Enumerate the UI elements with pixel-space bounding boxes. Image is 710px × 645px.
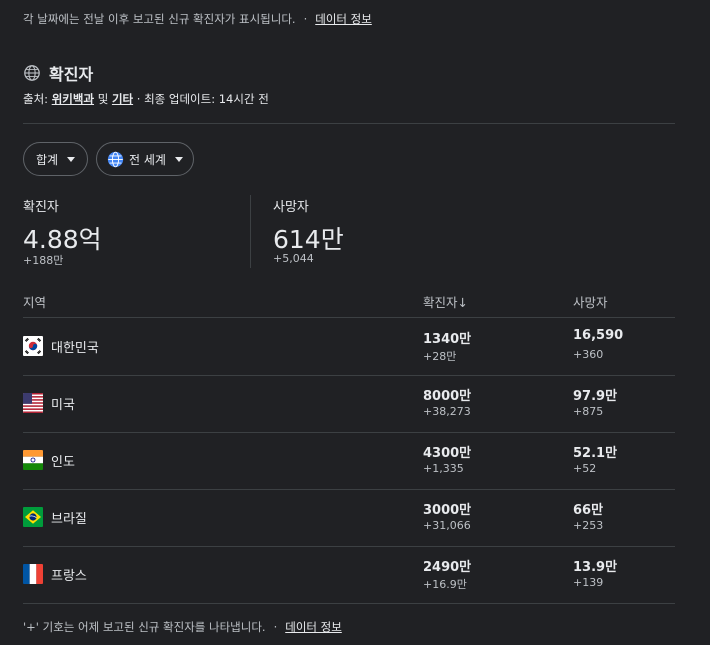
page-title: 확진자 — [49, 65, 94, 84]
deaths-delta: +5,044 — [273, 252, 314, 265]
dropdown-arrow-icon — [174, 156, 183, 162]
cases-value: 8000만 — [423, 389, 472, 404]
deaths-delta: +253 — [573, 519, 604, 532]
south-korea-flag-icon — [23, 336, 43, 356]
country-name: 브라질 — [51, 512, 87, 527]
cases-delta: +16.9만 — [423, 578, 467, 591]
cases-delta: +31,066 — [423, 519, 471, 532]
usa-flag-icon — [23, 393, 43, 413]
deaths-value: 13.9만 — [573, 560, 618, 575]
total-filter-label: 합계 — [36, 152, 59, 167]
deaths-delta: +360 — [573, 348, 604, 361]
deaths-value: 16,590 — [573, 328, 624, 343]
top-note-text: 각 날짜에는 전날 이후 보고된 신규 확진자가 표시됩니다. — [23, 12, 296, 26]
country-name: 인도 — [51, 455, 75, 470]
section-header: 확진자 — [23, 61, 93, 85]
data-info-link[interactable]: 데이터 정보 — [285, 620, 342, 634]
deaths-value: 52.1만 — [573, 446, 618, 461]
cases-value: 2490만 — [423, 560, 472, 575]
deaths-column-header[interactable]: 사망자 — [573, 292, 608, 311]
other-sources-link[interactable]: 기타 — [112, 92, 133, 106]
source-prefix: 출처: — [23, 92, 49, 106]
table-row[interactable]: 미국 8000만 +38,273 97.9만 +875 — [23, 375, 675, 433]
source-and: 및 — [97, 92, 109, 106]
country-name: 미국 — [51, 398, 75, 413]
cases-value: 1340만 — [423, 332, 472, 347]
deaths-value: 97.9만 — [573, 389, 618, 404]
cases-column-header[interactable]: 확진자↓ — [423, 292, 468, 311]
cases-delta: +1,335 — [423, 462, 464, 475]
deaths-delta: +139 — [573, 576, 604, 589]
wikipedia-link[interactable]: 위키백과 — [52, 92, 94, 106]
country-name: 대한민국 — [51, 341, 99, 356]
cases-value: 4300만 — [423, 446, 472, 461]
region-filter-label: 전 세계 — [129, 152, 166, 167]
table-row[interactable]: 대한민국 1340만 +28만 16,590 +360 — [23, 318, 675, 376]
india-flag-icon — [23, 450, 43, 470]
france-flag-icon — [23, 564, 43, 584]
brazil-flag-icon — [23, 507, 43, 527]
separator-dot: · — [273, 620, 278, 634]
table-row[interactable]: 프랑스 2490만 +16.9만 13.9만 +139 — [23, 546, 675, 604]
table-row[interactable]: 인도 4300만 +1,335 52.1만 +52 — [23, 432, 675, 490]
deaths-delta: +52 — [573, 462, 597, 475]
region-filter-dropdown[interactable]: 전 세계 — [96, 142, 194, 176]
data-info-link[interactable]: 데이터 정보 — [315, 12, 372, 26]
region-column-header: 지역 — [23, 295, 47, 310]
stat-divider — [250, 195, 251, 268]
cases-label: 확진자 — [23, 200, 59, 215]
bottom-note: '+' 기호는 어제 보고된 신규 확진자를 나타냅니다. · 데이터 정보 — [23, 619, 342, 635]
top-note: 각 날짜에는 전날 이후 보고된 신규 확진자가 표시됩니다. · 데이터 정보 — [23, 11, 372, 27]
source-line: 출처: 위키백과 및 기타 · 최종 업데이트: 14시간 전 — [23, 91, 269, 107]
deaths-label: 사망자 — [273, 200, 309, 215]
last-updated: · 최종 업데이트: 14시간 전 — [136, 92, 269, 106]
separator-dot: · — [303, 12, 308, 26]
globe-icon — [107, 151, 124, 167]
cases-delta: +188만 — [23, 254, 64, 267]
deaths-delta: +875 — [573, 405, 604, 418]
cases-delta: +38,273 — [423, 405, 471, 418]
table-row[interactable]: 브라질 3000만 +31,066 66만 +253 — [23, 489, 675, 547]
total-filter-dropdown[interactable]: 합계 — [23, 142, 88, 176]
cases-delta: +28만 — [423, 350, 457, 363]
bottom-note-text: '+' 기호는 어제 보고된 신규 확진자를 나타냅니다. — [23, 620, 266, 634]
dropdown-arrow-icon — [67, 156, 76, 162]
country-name: 프랑스 — [51, 569, 87, 584]
globe-icon — [24, 65, 40, 81]
deaths-value: 66만 — [573, 503, 604, 518]
deaths-total: 614만 — [273, 225, 344, 254]
cases-value: 3000만 — [423, 503, 472, 518]
cases-total: 4.88억 — [23, 225, 102, 254]
header-divider — [23, 123, 675, 124]
